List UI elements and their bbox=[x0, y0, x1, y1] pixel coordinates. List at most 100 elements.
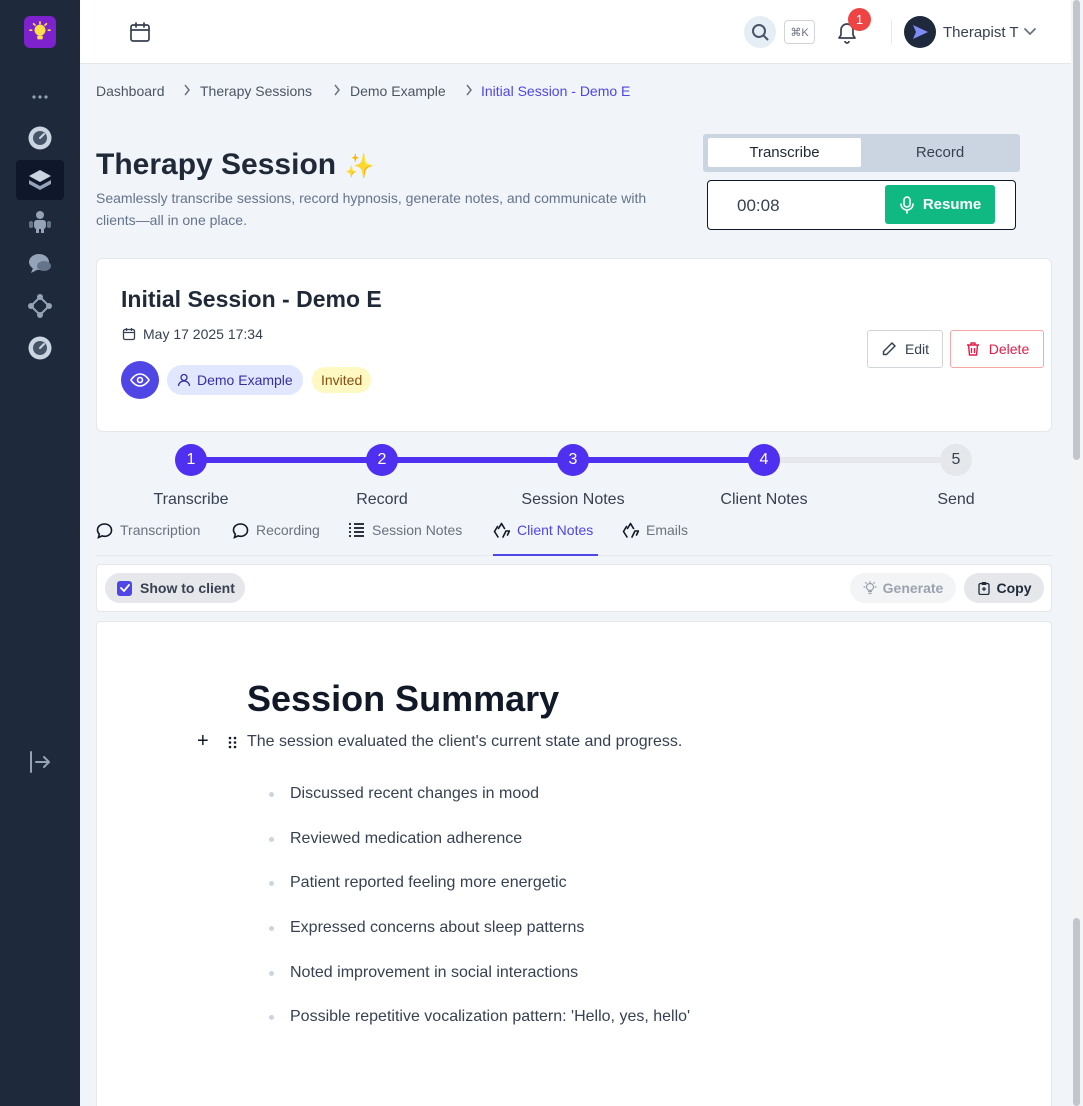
step-5[interactable]: 5 bbox=[940, 444, 972, 476]
check-icon bbox=[119, 584, 130, 592]
step-4[interactable]: 4 bbox=[748, 444, 780, 476]
step-2[interactable]: 2 bbox=[366, 444, 398, 476]
status-badge: Invited bbox=[312, 367, 372, 393]
search-shortcut: ⌘K bbox=[784, 20, 815, 44]
notification-badge: 1 bbox=[848, 8, 871, 31]
sidebar-item-clients[interactable] bbox=[16, 202, 64, 242]
pencil-icon bbox=[882, 342, 896, 356]
tab-session-notes[interactable]: Session Notes bbox=[348, 522, 462, 556]
breadcrumb-demo-example[interactable]: Demo Example bbox=[350, 82, 446, 100]
send-arrow-icon bbox=[913, 25, 928, 39]
delete-button[interactable]: Delete bbox=[950, 330, 1044, 368]
generate-button[interactable]: Generate bbox=[850, 573, 956, 603]
document-heading[interactable]: Session Summary bbox=[247, 678, 559, 720]
chevron-right-icon bbox=[466, 84, 472, 96]
stepper-track-remaining bbox=[765, 457, 956, 463]
generate-label: Generate bbox=[882, 580, 944, 596]
show-to-client-toggle[interactable]: Show to client bbox=[105, 573, 245, 603]
list-item[interactable]: Discussed recent changes in mood bbox=[269, 782, 690, 827]
network-icon bbox=[28, 294, 52, 318]
tab-label: Emails bbox=[646, 522, 689, 538]
more-dots-icon bbox=[32, 95, 48, 99]
step-label-2: Record bbox=[356, 491, 408, 508]
sidebar-item-analytics[interactable] bbox=[16, 328, 64, 368]
editor-toolbar: Show to client Generate Copy bbox=[96, 564, 1052, 612]
search-icon bbox=[752, 24, 769, 41]
delete-label: Delete bbox=[988, 341, 1030, 357]
user-icon bbox=[177, 373, 191, 387]
chat-icon bbox=[29, 254, 51, 273]
gauge-icon bbox=[28, 126, 52, 150]
sidebar-item-dashboard[interactable] bbox=[16, 118, 64, 158]
step-label-5: Send bbox=[937, 491, 975, 508]
show-to-client-label: Show to client bbox=[140, 580, 235, 596]
list-item[interactable]: Reviewed medication adherence bbox=[269, 827, 690, 872]
show-to-client-checkbox[interactable] bbox=[117, 580, 132, 596]
list-item[interactable]: Noted improvement in social interactions bbox=[269, 961, 690, 1006]
user-name[interactable]: Therapist T bbox=[943, 24, 1019, 41]
view-as-client-button[interactable] bbox=[121, 361, 159, 399]
session-title: Initial Session - Demo E bbox=[121, 286, 382, 312]
search-button[interactable] bbox=[744, 16, 776, 48]
sidebar-collapse-button[interactable] bbox=[16, 742, 64, 782]
document-bullet-list: Discussed recent changes in mood Reviewe… bbox=[269, 782, 690, 1050]
tab-emails[interactable]: Emails bbox=[622, 522, 688, 556]
client-name: Demo Example bbox=[197, 372, 293, 388]
chat-bubble-icon bbox=[232, 523, 249, 539]
top-bar: ⌘K 1 Therapist T bbox=[80, 0, 1071, 64]
step-3[interactable]: 3 bbox=[557, 444, 589, 476]
edit-label: Edit bbox=[904, 341, 930, 357]
page-subtitle: Seamlessly transcribe sessions, record h… bbox=[96, 190, 647, 228]
tab-label: Session Notes bbox=[372, 522, 463, 538]
calendar-icon bbox=[130, 22, 150, 42]
mode-record[interactable]: Record bbox=[865, 138, 1015, 167]
drag-handle-icon[interactable] bbox=[228, 736, 237, 749]
page-title-text: Therapy Session bbox=[96, 148, 337, 181]
tab-recording[interactable]: Recording bbox=[232, 522, 320, 556]
scrollbar-thumb[interactable] bbox=[1073, 918, 1080, 1106]
scrollbar-thumb[interactable] bbox=[1073, 0, 1080, 460]
sidebar-more-button[interactable] bbox=[16, 77, 64, 117]
list-item[interactable]: Patient reported feeling more energetic bbox=[269, 871, 690, 916]
breadcrumb-current: Initial Session - Demo E bbox=[481, 83, 631, 99]
tab-transcription[interactable]: Transcription bbox=[96, 522, 200, 556]
tab-client-notes[interactable]: Client Notes bbox=[493, 522, 598, 556]
copy-button[interactable]: Copy bbox=[964, 573, 1044, 603]
chevron-down-icon[interactable] bbox=[1024, 28, 1036, 36]
tab-label: Client Notes bbox=[517, 522, 594, 538]
recycle-icon bbox=[493, 522, 510, 538]
list-item[interactable]: Expressed concerns about sleep patterns bbox=[269, 916, 690, 961]
client-pill[interactable]: Demo Example bbox=[167, 365, 303, 395]
resume-button[interactable]: Resume bbox=[885, 185, 995, 224]
collapse-arrow-icon bbox=[30, 751, 50, 773]
header-divider bbox=[891, 20, 892, 44]
document-intro[interactable]: The session evaluated the client's curre… bbox=[247, 733, 682, 751]
tab-label: Recording bbox=[256, 522, 320, 538]
list-item[interactable]: Possible repetitive vocalization pattern… bbox=[269, 1005, 690, 1050]
stepper-track-complete bbox=[191, 457, 765, 463]
breadcrumb-dashboard[interactable]: Dashboard bbox=[96, 82, 165, 100]
app-logo[interactable] bbox=[24, 16, 56, 48]
chevron-right-icon bbox=[184, 84, 190, 96]
recorder-panel: 00:08 Resume bbox=[707, 180, 1016, 230]
tab-label: Transcription bbox=[120, 522, 201, 538]
lightbulb-icon bbox=[29, 21, 51, 40]
calendar-button[interactable] bbox=[128, 20, 152, 49]
sidebar-item-sessions[interactable] bbox=[16, 160, 64, 200]
session-date: May 17 2025 17:34 bbox=[143, 326, 263, 342]
step-1[interactable]: 1 bbox=[175, 444, 207, 476]
copy-label: Copy bbox=[996, 580, 1032, 596]
chat-bubble-icon bbox=[96, 523, 113, 539]
trash-icon bbox=[966, 342, 979, 356]
client-notes-editor[interactable]: Session Summary + The session evaluated … bbox=[96, 621, 1052, 1106]
edit-button[interactable]: Edit bbox=[867, 330, 943, 368]
gauge-icon bbox=[28, 336, 52, 360]
sidebar-item-messages[interactable] bbox=[16, 244, 64, 284]
mode-toggle: Transcribe Record bbox=[703, 134, 1020, 172]
breadcrumb-therapy-sessions[interactable]: Therapy Sessions bbox=[200, 82, 312, 100]
sidebar-item-integrations[interactable] bbox=[16, 286, 64, 326]
user-avatar[interactable] bbox=[904, 16, 936, 48]
microphone-icon bbox=[900, 195, 914, 214]
add-block-icon[interactable]: + bbox=[197, 730, 209, 753]
mode-transcribe[interactable]: Transcribe bbox=[708, 138, 861, 167]
